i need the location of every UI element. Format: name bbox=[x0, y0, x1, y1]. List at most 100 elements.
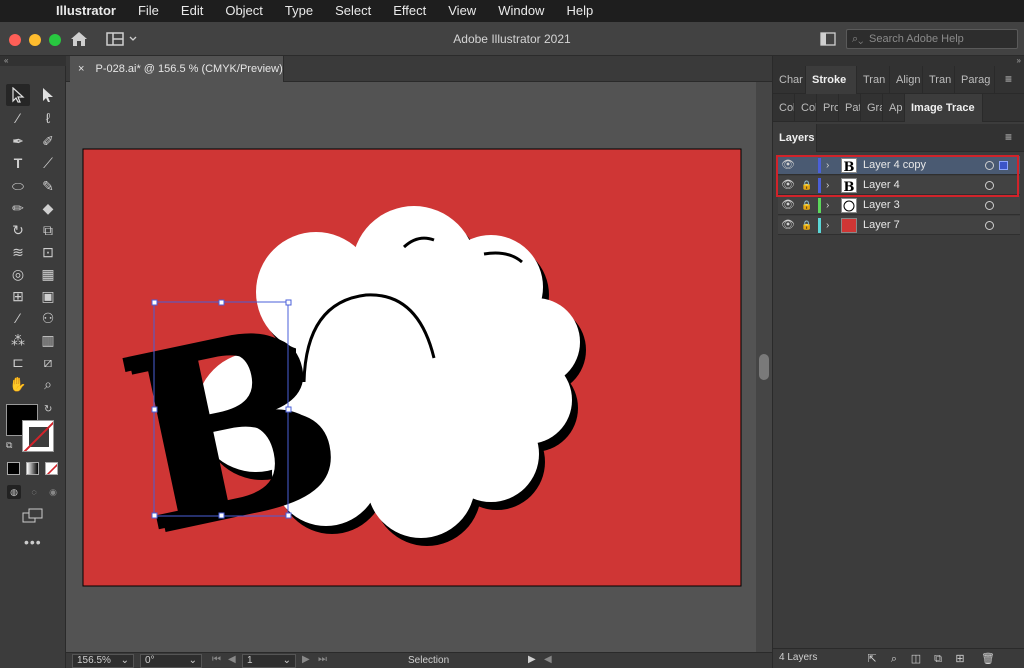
export-assets-icon[interactable]: ⇱ bbox=[865, 652, 879, 666]
tab-character[interactable]: Char bbox=[773, 66, 806, 94]
artboard-number-field[interactable]: 1 ⌄ bbox=[242, 654, 296, 668]
tab-gradient[interactable]: Gra bbox=[861, 94, 883, 122]
rotate-tool-icon[interactable]: ↻ bbox=[6, 219, 30, 241]
menu-help[interactable]: Help bbox=[555, 0, 604, 22]
close-tab-icon[interactable]: × bbox=[78, 63, 84, 75]
zoom-tool-icon[interactable]: ⌕ bbox=[36, 373, 60, 395]
menu-view[interactable]: View bbox=[437, 0, 487, 22]
status-menu-icon[interactable]: ▶ bbox=[528, 654, 536, 665]
draw-normal-icon[interactable]: ◍ bbox=[7, 485, 21, 499]
panel-toggle-icon[interactable] bbox=[820, 32, 836, 46]
menu-illustrator[interactable]: Illustrator bbox=[50, 0, 127, 22]
rotation-field[interactable]: 0° ⌄ bbox=[140, 654, 202, 668]
menu-select[interactable]: Select bbox=[324, 0, 382, 22]
scroll-left-icon[interactable]: ◀ bbox=[544, 654, 552, 665]
layer-target-icon[interactable] bbox=[985, 221, 994, 230]
swap-fill-stroke-icon[interactable]: ↻ bbox=[44, 404, 52, 415]
menu-edit[interactable]: Edit bbox=[170, 0, 214, 22]
collapse-tools-icon[interactable]: « bbox=[0, 56, 66, 66]
draw-behind-icon[interactable]: ◌ bbox=[27, 485, 41, 499]
artboard-tool-icon[interactable]: ⊏ bbox=[6, 351, 30, 373]
free-transform-tool-icon[interactable]: ⊡ bbox=[36, 241, 60, 263]
make-clipping-mask-icon[interactable]: ◫ bbox=[909, 652, 923, 666]
lock-icon[interactable]: 🔒 bbox=[800, 196, 814, 215]
layer-name[interactable]: Layer 7 bbox=[863, 216, 900, 235]
visibility-eye-icon[interactable]: 👁 bbox=[781, 196, 795, 215]
type-tool-icon[interactable]: T bbox=[6, 152, 30, 174]
pencil-tool-icon[interactable]: ✏ bbox=[6, 197, 30, 219]
width-tool-icon[interactable]: ≋ bbox=[6, 241, 30, 263]
none-mode-icon[interactable] bbox=[45, 462, 58, 475]
tab-properties[interactable]: Pro bbox=[817, 94, 839, 122]
tab-image-trace[interactable]: Image Trace bbox=[905, 94, 983, 122]
draw-inside-icon[interactable]: ◉ bbox=[46, 485, 60, 499]
expand-chevron-icon[interactable]: › bbox=[826, 196, 829, 215]
lock-icon[interactable]: 🔒 bbox=[800, 216, 814, 235]
canvas-area[interactable]: B B bbox=[66, 82, 758, 652]
layer-row[interactable]: 👁 🔒 › Layer 3 bbox=[778, 196, 1020, 215]
mesh-tool-icon[interactable]: ⊞ bbox=[6, 285, 30, 307]
prev-artboard-icon[interactable]: ◀ bbox=[228, 654, 236, 665]
menu-window[interactable]: Window bbox=[487, 0, 555, 22]
tab-appearance[interactable]: Ap bbox=[883, 94, 905, 122]
tab-paragraph[interactable]: Parag bbox=[955, 66, 995, 94]
layer-target-icon[interactable] bbox=[985, 201, 994, 210]
layers-menu-icon[interactable]: ≡ bbox=[1005, 130, 1012, 144]
color-mode-icon[interactable] bbox=[7, 462, 20, 475]
column-graph-tool-icon[interactable]: ▥ bbox=[36, 329, 60, 351]
expand-chevron-icon[interactable]: › bbox=[826, 216, 829, 235]
tab-color-guide[interactable]: Col bbox=[795, 94, 817, 122]
perspective-grid-tool-icon[interactable]: ▦ bbox=[36, 263, 60, 285]
screen-mode-icon[interactable] bbox=[22, 508, 44, 523]
magic-wand-tool-icon[interactable]: ⁄ bbox=[6, 107, 30, 129]
direct-selection-tool-icon[interactable] bbox=[36, 84, 60, 106]
layer-name[interactable]: Layer 3 bbox=[863, 196, 900, 215]
lasso-tool-icon[interactable]: ℓ bbox=[36, 107, 60, 129]
zoom-level-field[interactable]: 156.5% ⌄ bbox=[72, 654, 134, 668]
menu-type[interactable]: Type bbox=[274, 0, 324, 22]
curvature-tool-icon[interactable]: ✐ bbox=[36, 130, 60, 152]
eraser-tool-icon[interactable]: ◆ bbox=[36, 197, 60, 219]
edit-toolbar-icon[interactable]: ••• bbox=[24, 534, 42, 550]
next-artboard-icon[interactable]: ▶ bbox=[302, 654, 310, 665]
blend-tool-icon[interactable]: ⚇ bbox=[36, 307, 60, 329]
create-sublayer-icon[interactable]: ⧉ bbox=[931, 652, 945, 666]
menu-file[interactable]: File bbox=[127, 0, 170, 22]
selection-tool-icon[interactable] bbox=[6, 84, 30, 106]
tab-pathfinder[interactable]: Pat bbox=[839, 94, 861, 122]
stroke-color-swatch[interactable] bbox=[22, 420, 54, 452]
symbol-sprayer-tool-icon[interactable]: ⁂ bbox=[6, 329, 30, 351]
menu-effect[interactable]: Effect bbox=[382, 0, 437, 22]
vertical-scrollbar[interactable] bbox=[756, 82, 772, 652]
collapse-panels-icon[interactable]: » bbox=[773, 56, 1024, 66]
delete-layer-icon[interactable]: 🗑 bbox=[981, 652, 995, 666]
gradient-tool-icon[interactable]: ▣ bbox=[36, 285, 60, 307]
tab-layers[interactable]: Layers bbox=[773, 124, 817, 152]
last-artboard-icon[interactable]: ⏭ bbox=[318, 654, 327, 665]
tab-transform[interactable]: Tran bbox=[857, 66, 890, 94]
search-help-input[interactable]: ⌕⌄ Search Adobe Help bbox=[846, 29, 1018, 49]
shape-builder-tool-icon[interactable]: ◎ bbox=[6, 263, 30, 285]
first-artboard-icon[interactable]: ⏮ bbox=[212, 654, 221, 665]
visibility-eye-icon[interactable]: 👁 bbox=[781, 216, 795, 235]
locate-object-icon[interactable]: ⌕ bbox=[887, 652, 901, 666]
pen-tool-icon[interactable]: ✒ bbox=[6, 130, 30, 152]
menu-object[interactable]: Object bbox=[214, 0, 274, 22]
tab-color[interactable]: Col bbox=[773, 94, 795, 122]
artboard[interactable]: B B bbox=[66, 82, 758, 652]
ellipse-tool-icon[interactable]: ⬭ bbox=[6, 175, 30, 197]
layer-row[interactable]: 👁 🔒 › Layer 7 bbox=[778, 216, 1020, 235]
tab-stroke[interactable]: Stroke bbox=[806, 66, 857, 94]
tab-align[interactable]: Align bbox=[890, 66, 923, 94]
slice-tool-icon[interactable]: ⧄ bbox=[36, 351, 60, 373]
paintbrush-tool-icon[interactable]: ✎ bbox=[36, 175, 60, 197]
tab-transparency[interactable]: Tran bbox=[923, 66, 955, 94]
gradient-mode-icon[interactable] bbox=[26, 462, 39, 475]
eyedropper-tool-icon[interactable]: ⁄ bbox=[6, 307, 30, 329]
scroll-thumb[interactable] bbox=[759, 354, 769, 380]
document-tab[interactable]: × P-028.ai* @ 156.5 % (CMYK/Preview) bbox=[70, 56, 284, 82]
line-segment-tool-icon[interactable]: ⟋ bbox=[36, 152, 60, 174]
default-fill-stroke-icon[interactable]: ⧉ bbox=[6, 440, 12, 451]
hand-tool-icon[interactable]: ✋ bbox=[6, 373, 30, 395]
scale-tool-icon[interactable]: ⧉ bbox=[36, 219, 60, 241]
